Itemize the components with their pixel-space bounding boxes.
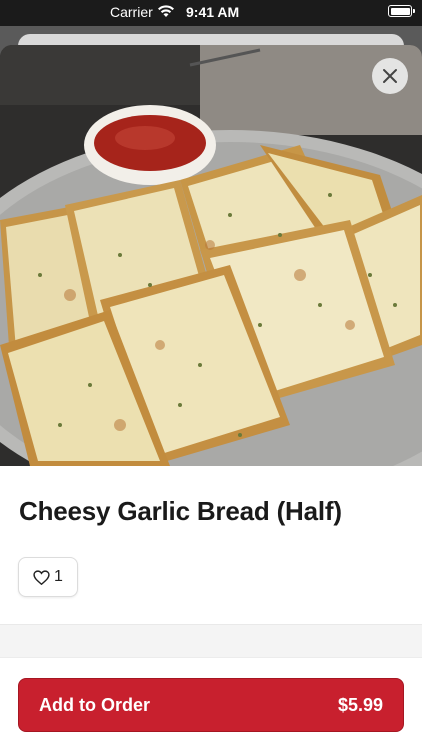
- food-image: [0, 45, 422, 466]
- item-detail-sheet: Cheesy Garlic Bread (Half) 1 Add to Orde…: [0, 45, 422, 750]
- status-bar: Carrier 9:41 AM: [0, 0, 422, 26]
- close-button[interactable]: [372, 58, 408, 94]
- heart-icon: [33, 569, 50, 585]
- status-time: 9:41 AM: [186, 4, 240, 20]
- battery-icon: [388, 5, 415, 17]
- close-icon: [383, 69, 397, 83]
- add-to-order-button[interactable]: Add to Order $5.99: [18, 678, 404, 732]
- carrier-label: Carrier: [110, 4, 153, 20]
- order-price: $5.99: [337, 694, 383, 715]
- like-count: 1: [54, 568, 63, 585]
- section-divider: [0, 624, 422, 658]
- item-title: Cheesy Garlic Bread (Half): [19, 496, 342, 526]
- add-to-order-label: Add to Order: [39, 694, 150, 715]
- wifi-icon: [158, 5, 174, 17]
- like-button[interactable]: 1: [18, 557, 78, 597]
- food-photo: [0, 45, 422, 466]
